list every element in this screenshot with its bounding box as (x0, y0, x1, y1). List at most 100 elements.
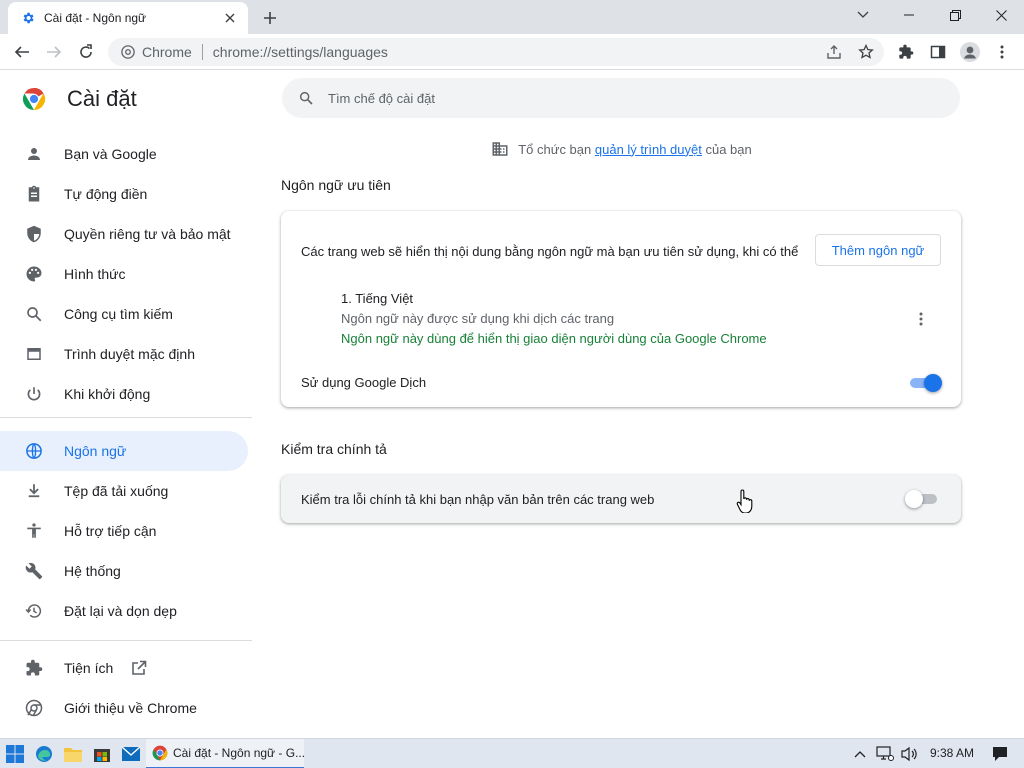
share-icon[interactable] (820, 38, 848, 66)
sidebar-item-about-chrome[interactable]: Giới thiệu về Chrome (0, 688, 248, 728)
file-explorer-icon[interactable] (61, 742, 85, 766)
sidebar-item-languages[interactable]: Ngôn ngữ (0, 431, 248, 471)
sidebar-item-label: Tiện ích (64, 660, 114, 676)
managed-link[interactable]: quản lý trình duyệt (595, 142, 702, 157)
url-text: chrome://settings/languages (212, 44, 388, 60)
person-icon (24, 144, 44, 164)
managed-notice: Tổ chức bạn quản lý trình duyệt của bạn (282, 138, 960, 160)
tab-close-icon[interactable] (222, 10, 238, 26)
section-title-spell-check: Kiểm tra chính tả (281, 441, 387, 457)
restore-window-button[interactable] (932, 0, 978, 30)
windows-start-icon[interactable] (3, 742, 27, 766)
extensions-puzzle-icon[interactable] (892, 38, 920, 66)
sidebar-item-label: Đặt lại và dọn dẹp (64, 603, 177, 619)
sidebar-item-you-and-google[interactable]: Bạn và Google (0, 134, 248, 174)
store-icon[interactable] (90, 742, 114, 766)
tray-chevron-up-icon[interactable] (854, 743, 866, 765)
languages-description: Các trang web sẽ hiển thị nội dung bằng … (301, 244, 799, 259)
sidebar-item-label: Quyền riêng tư và bảo mật (64, 226, 231, 242)
browser-icon (24, 344, 44, 364)
accessibility-icon (24, 521, 44, 541)
sidebar-item-system[interactable]: Hệ thống (0, 551, 248, 591)
search-icon (24, 304, 44, 324)
sidebar-item-label: Hệ thống (64, 563, 121, 579)
clipboard-icon (24, 184, 44, 204)
preferred-languages-card: Các trang web sẽ hiển thị nội dung bằng … (281, 211, 961, 407)
sidebar-item-accessibility[interactable]: Hỗ trợ tiếp cận (0, 511, 248, 551)
language-more-actions-icon[interactable] (909, 307, 933, 331)
volume-icon[interactable] (901, 743, 919, 765)
menu-kebab-icon[interactable] (988, 38, 1016, 66)
google-translate-label: Sử dụng Google Dịch (301, 375, 427, 390)
minimize-button[interactable] (886, 0, 932, 30)
google-translate-toggle[interactable] (908, 374, 942, 392)
network-icon[interactable] (876, 743, 894, 765)
address-bar[interactable]: Chrome chrome://settings/languages (108, 38, 884, 66)
bookmark-star-icon[interactable] (852, 38, 880, 66)
profile-avatar-icon[interactable] (956, 38, 984, 66)
taskbar-clock[interactable]: 9:38 AM (930, 746, 974, 760)
palette-icon (24, 264, 44, 284)
edge-browser-icon[interactable] (32, 742, 56, 766)
sidebar-item-label: Tự động điền (64, 186, 148, 202)
side-panel-icon[interactable] (924, 38, 952, 66)
sidebar-item-label: Hỗ trợ tiếp cận (64, 523, 157, 539)
chrome-logo-icon (22, 87, 46, 111)
wrench-icon (24, 561, 44, 581)
sidebar-divider (0, 640, 252, 641)
sidebar-divider (0, 417, 252, 418)
sidebar-item-downloads[interactable]: Tệp đã tải xuống (0, 471, 248, 511)
spell-check-card[interactable]: Kiểm tra lỗi chính tả khi bạn nhập văn b… (281, 475, 961, 523)
sidebar-item-autofill[interactable]: Tự động điền (0, 174, 248, 214)
tab-settings[interactable]: Cài đặt - Ngôn ngữ (8, 2, 248, 34)
language-ui-note: Ngôn ngữ này dùng để hiển thị giao diện … (341, 331, 767, 346)
reload-icon[interactable] (72, 38, 100, 66)
sidebar-item-label: Ngôn ngữ (64, 443, 127, 459)
puzzle-icon (24, 658, 44, 678)
spell-check-toggle[interactable] (905, 490, 939, 508)
language-translate-note: Ngôn ngữ này được sử dụng khi dịch các t… (341, 311, 615, 326)
chrome-icon (24, 698, 44, 718)
add-language-button[interactable]: Thêm ngôn ngữ (815, 234, 941, 266)
omnibox-separator (201, 44, 203, 60)
windows-taskbar: Cài đặt - Ngôn ngữ - G... 9:38 AM (0, 738, 1024, 768)
close-window-button[interactable] (978, 0, 1024, 30)
sidebar-item-label: Hình thức (64, 266, 126, 282)
sidebar-item-appearance[interactable]: Hình thức (0, 254, 248, 294)
sidebar-item-search-engine[interactable]: Công cụ tìm kiếm (0, 294, 248, 334)
globe-icon (24, 441, 44, 461)
toggle-knob (905, 490, 923, 508)
omnibox-chip: Chrome (142, 44, 192, 60)
sidebar-item-on-startup[interactable]: Khi khởi động (0, 374, 248, 414)
mail-icon[interactable] (119, 742, 143, 766)
settings-gear-icon (20, 10, 36, 26)
taskbar-chrome-window[interactable]: Cài đặt - Ngôn ngữ - G... (146, 739, 304, 768)
sidebar-item-label: Tệp đã tải xuống (64, 483, 169, 499)
sidebar-item-extensions[interactable]: Tiện ích (0, 648, 248, 688)
language-list-item: 1. Tiếng Việt Ngôn ngữ này được sử dụng … (341, 289, 767, 349)
browser-toolbar: Chrome chrome://settings/languages (0, 34, 1024, 70)
notification-center-icon[interactable] (992, 743, 1008, 765)
tab-title: Cài đặt - Ngôn ngữ (44, 11, 147, 25)
forward-arrow-icon[interactable] (40, 38, 68, 66)
power-icon (24, 384, 44, 404)
settings-header: Cài đặt (22, 86, 137, 112)
back-arrow-icon[interactable] (8, 38, 36, 66)
sidebar-item-label: Bạn và Google (64, 146, 157, 162)
search-input[interactable] (328, 90, 928, 106)
sidebar-item-reset[interactable]: Đặt lại và dọn dẹp (0, 591, 248, 631)
managed-text-prefix: Tổ chức bạn (518, 141, 592, 157)
restore-icon (24, 601, 44, 621)
search-icon (296, 88, 316, 108)
toggle-knob (924, 374, 942, 392)
managed-text-suffix: của bạn (705, 141, 752, 157)
sidebar-item-privacy[interactable]: Quyền riêng tư và bảo mật (0, 214, 248, 254)
sidebar-item-default-browser[interactable]: Trình duyệt mặc định (0, 334, 248, 374)
chrome-taskbar-icon (152, 745, 168, 761)
sidebar-item-label: Giới thiệu về Chrome (64, 700, 197, 716)
tab-search-icon[interactable] (840, 0, 886, 30)
new-tab-button[interactable] (258, 6, 282, 30)
open-in-new-icon (131, 660, 147, 676)
tab-strip: Cài đặt - Ngôn ngữ (0, 0, 1024, 34)
sidebar-item-label: Khi khởi động (64, 386, 151, 402)
